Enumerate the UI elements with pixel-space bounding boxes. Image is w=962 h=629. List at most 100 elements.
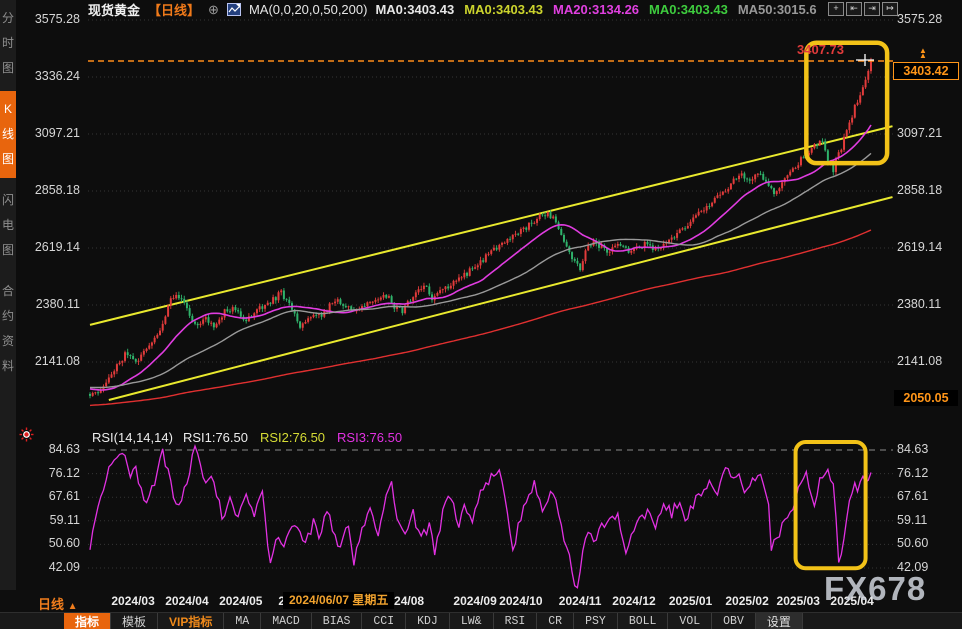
date-crosshair-tooltip: 2024/06/07 星期五 bbox=[283, 592, 394, 609]
rsi-tick-label: 67.61 bbox=[30, 489, 80, 503]
toolbar-tab-macd[interactable]: MACD bbox=[261, 613, 312, 629]
toolbar-tab-boll[interactable]: BOLL bbox=[618, 613, 669, 629]
sidebar-tab-char: K bbox=[0, 97, 16, 122]
time-axis-label: 2024/03 bbox=[111, 594, 154, 608]
rsi-values: RSI1:76.50RSI2:76.50RSI3:76.50 bbox=[183, 430, 402, 445]
toolbar-tab-kdj[interactable]: KDJ bbox=[406, 613, 450, 629]
rsi-tick-label: 84.63 bbox=[897, 442, 947, 456]
sidebar-tab-char: 图 bbox=[0, 147, 16, 172]
toolbar-tab-bias[interactable]: BIAS bbox=[312, 613, 363, 629]
expand-icon[interactable]: ⊕ bbox=[208, 2, 219, 18]
zoom-out-icon[interactable]: ⇤ bbox=[846, 2, 862, 16]
sidebar-tab-char: 闪 bbox=[0, 188, 16, 213]
chart-window-tools: +⇤⇥↦ bbox=[828, 2, 898, 16]
price-tick-label: 2858.18 bbox=[897, 183, 947, 197]
crosshair-icon[interactable]: + bbox=[828, 2, 844, 16]
toolbar-tab-cci[interactable]: CCI bbox=[362, 613, 406, 629]
sidebar-tab-char: 合 bbox=[0, 279, 16, 304]
rsi-tick-label: 67.61 bbox=[897, 489, 947, 503]
rsi-tick-label: 84.63 bbox=[30, 442, 80, 456]
rsi-tick-label: 59.11 bbox=[30, 513, 80, 527]
time-axis: 日线 ▲ 2024/032024/042024/052024/062024/07… bbox=[0, 590, 962, 612]
rsi-value-label: RSI3:76.50 bbox=[337, 430, 402, 445]
price-tick-label: 3575.28 bbox=[30, 12, 80, 26]
price-tick-label: 2619.14 bbox=[30, 240, 80, 254]
time-axis-label: 2024/09 bbox=[453, 594, 496, 608]
symbol-title: 现货黄金 bbox=[88, 0, 140, 19]
time-axis-label: 2024/12 bbox=[612, 594, 655, 608]
sidebar-tab-contract-info[interactable]: 合约资料 bbox=[0, 273, 16, 385]
price-tick-label: 2141.08 bbox=[897, 354, 947, 368]
alert-flash-icon[interactable] bbox=[19, 427, 34, 447]
toolbar-tab-lw[interactable]: LW& bbox=[450, 613, 494, 629]
time-axis-label: 2024/05 bbox=[219, 594, 262, 608]
sidebar-tab-char: 电 bbox=[0, 213, 16, 238]
rsi-tick-label: 42.09 bbox=[30, 560, 80, 574]
sidebar-tab-minute-chart[interactable]: 分时图 bbox=[0, 0, 16, 87]
indicator-toolbar: 指标模板VIP指标MAMACDBIASCCIKDJLW&RSICRPSYBOLL… bbox=[0, 612, 962, 629]
period-tag: 【日线】 bbox=[148, 0, 200, 19]
ma-value-label: MA0:3403.43 bbox=[375, 2, 454, 17]
sidebar-tab-char: 分 bbox=[0, 6, 16, 31]
price-tick-label: 3097.21 bbox=[897, 126, 947, 140]
time-axis-label: 2025/03 bbox=[777, 594, 820, 608]
sidebar: 分时图K线图闪电图合约资料 bbox=[0, 0, 16, 592]
sidebar-tab-char: 线 bbox=[0, 122, 16, 147]
toolbar-tab-ma[interactable]: MA bbox=[224, 613, 261, 629]
rsi-indicator-header: RSI(14,14,14) RSI1:76.50RSI2:76.50RSI3:7… bbox=[92, 430, 402, 445]
time-axis-label: 2024/04 bbox=[165, 594, 208, 608]
price-tick-label: 3575.28 bbox=[897, 12, 947, 26]
sidebar-tab-char: 图 bbox=[0, 56, 16, 81]
ma-value-label: MA0:3403.43 bbox=[649, 2, 728, 17]
ma-value-label: MA20:3134.26 bbox=[553, 2, 639, 17]
price-tick-label: 2380.11 bbox=[30, 297, 80, 311]
rsi-tick-label: 76.12 bbox=[30, 466, 80, 480]
rsi-title: RSI(14,14,14) bbox=[92, 430, 173, 445]
toolbar-tab-cr[interactable]: CR bbox=[537, 613, 574, 629]
chart-header: 现货黄金 【日线】 ⊕ MA(0,0,20,0,50,200) MA0:3403… bbox=[88, 1, 817, 18]
trading-app-window: 分时图K线图闪电图合约资料 现货黄金 【日线】 ⊕ MA(0,0,20,0,50… bbox=[0, 0, 962, 629]
price-up-arrows-icon: ▲▲ bbox=[919, 48, 927, 58]
price-tick-label: 2619.14 bbox=[897, 240, 947, 254]
price-tick-label: 3336.24 bbox=[30, 69, 80, 83]
watermark: FX678 bbox=[824, 570, 926, 608]
toolbar-tab-vip-indicators[interactable]: VIP指标 bbox=[158, 613, 224, 629]
ma-values: MA0:3403.43 MA0:3403.43 MA20:3134.26 MA0:34… bbox=[375, 2, 816, 17]
dropdown-up-arrow-icon: ▲ bbox=[68, 601, 78, 612]
toolbar-tab-indicators[interactable]: 指标 bbox=[64, 613, 111, 629]
ma-indicator-icon[interactable] bbox=[227, 3, 241, 16]
ma-value-label: MA0:3403.43 bbox=[464, 2, 543, 17]
sidebar-tab-char: 资 bbox=[0, 329, 16, 354]
low-price-marker: 2050.05 bbox=[894, 390, 958, 406]
toolbar-tab-rsi[interactable]: RSI bbox=[494, 613, 538, 629]
rsi-tick-label: 50.60 bbox=[897, 536, 947, 550]
toolbar-tab-psy[interactable]: PSY bbox=[574, 613, 618, 629]
zoom-in-icon[interactable]: ⇥ bbox=[864, 2, 880, 16]
toolbar-tab-settings[interactable]: 设置 bbox=[756, 613, 803, 629]
rsi-tick-label: 50.60 bbox=[30, 536, 80, 550]
session-high-label: 3407.73 bbox=[797, 42, 844, 57]
time-axis-label: 2024/11 bbox=[559, 594, 602, 608]
ma-value-label: MA50:3015.6 bbox=[738, 2, 817, 17]
pan-right-icon[interactable]: ↦ bbox=[882, 2, 898, 16]
sidebar-tab-char: 时 bbox=[0, 31, 16, 56]
ma-params: MA(0,0,20,0,50,200) bbox=[249, 2, 368, 17]
toolbar-tab-vol[interactable]: VOL bbox=[668, 613, 712, 629]
price-tick-label: 2380.11 bbox=[897, 297, 947, 311]
toolbar-tab-obv[interactable]: OBV bbox=[712, 613, 756, 629]
period-selector[interactable]: 日线 ▲ bbox=[38, 594, 78, 613]
price-tick-label: 2858.18 bbox=[30, 183, 80, 197]
time-axis-label: 2025/01 bbox=[669, 594, 712, 608]
chart-canvas[interactable] bbox=[0, 0, 962, 629]
time-axis-label: 2024/10 bbox=[499, 594, 542, 608]
current-price-badge: 3403.42 bbox=[893, 62, 959, 80]
sidebar-tab-tick-chart[interactable]: 闪电图 bbox=[0, 182, 16, 269]
sidebar-tab-char: 料 bbox=[0, 354, 16, 379]
price-tick-label: 3097.21 bbox=[30, 126, 80, 140]
price-tick-label: 2141.08 bbox=[30, 354, 80, 368]
rsi-value-label: RSI1:76.50 bbox=[183, 430, 248, 445]
sidebar-tab-kline-chart[interactable]: K线图 bbox=[0, 91, 16, 178]
toolbar-tab-templates[interactable]: 模板 bbox=[111, 613, 158, 629]
sidebar-tab-char: 图 bbox=[0, 238, 16, 263]
rsi-tick-label: 76.12 bbox=[897, 466, 947, 480]
